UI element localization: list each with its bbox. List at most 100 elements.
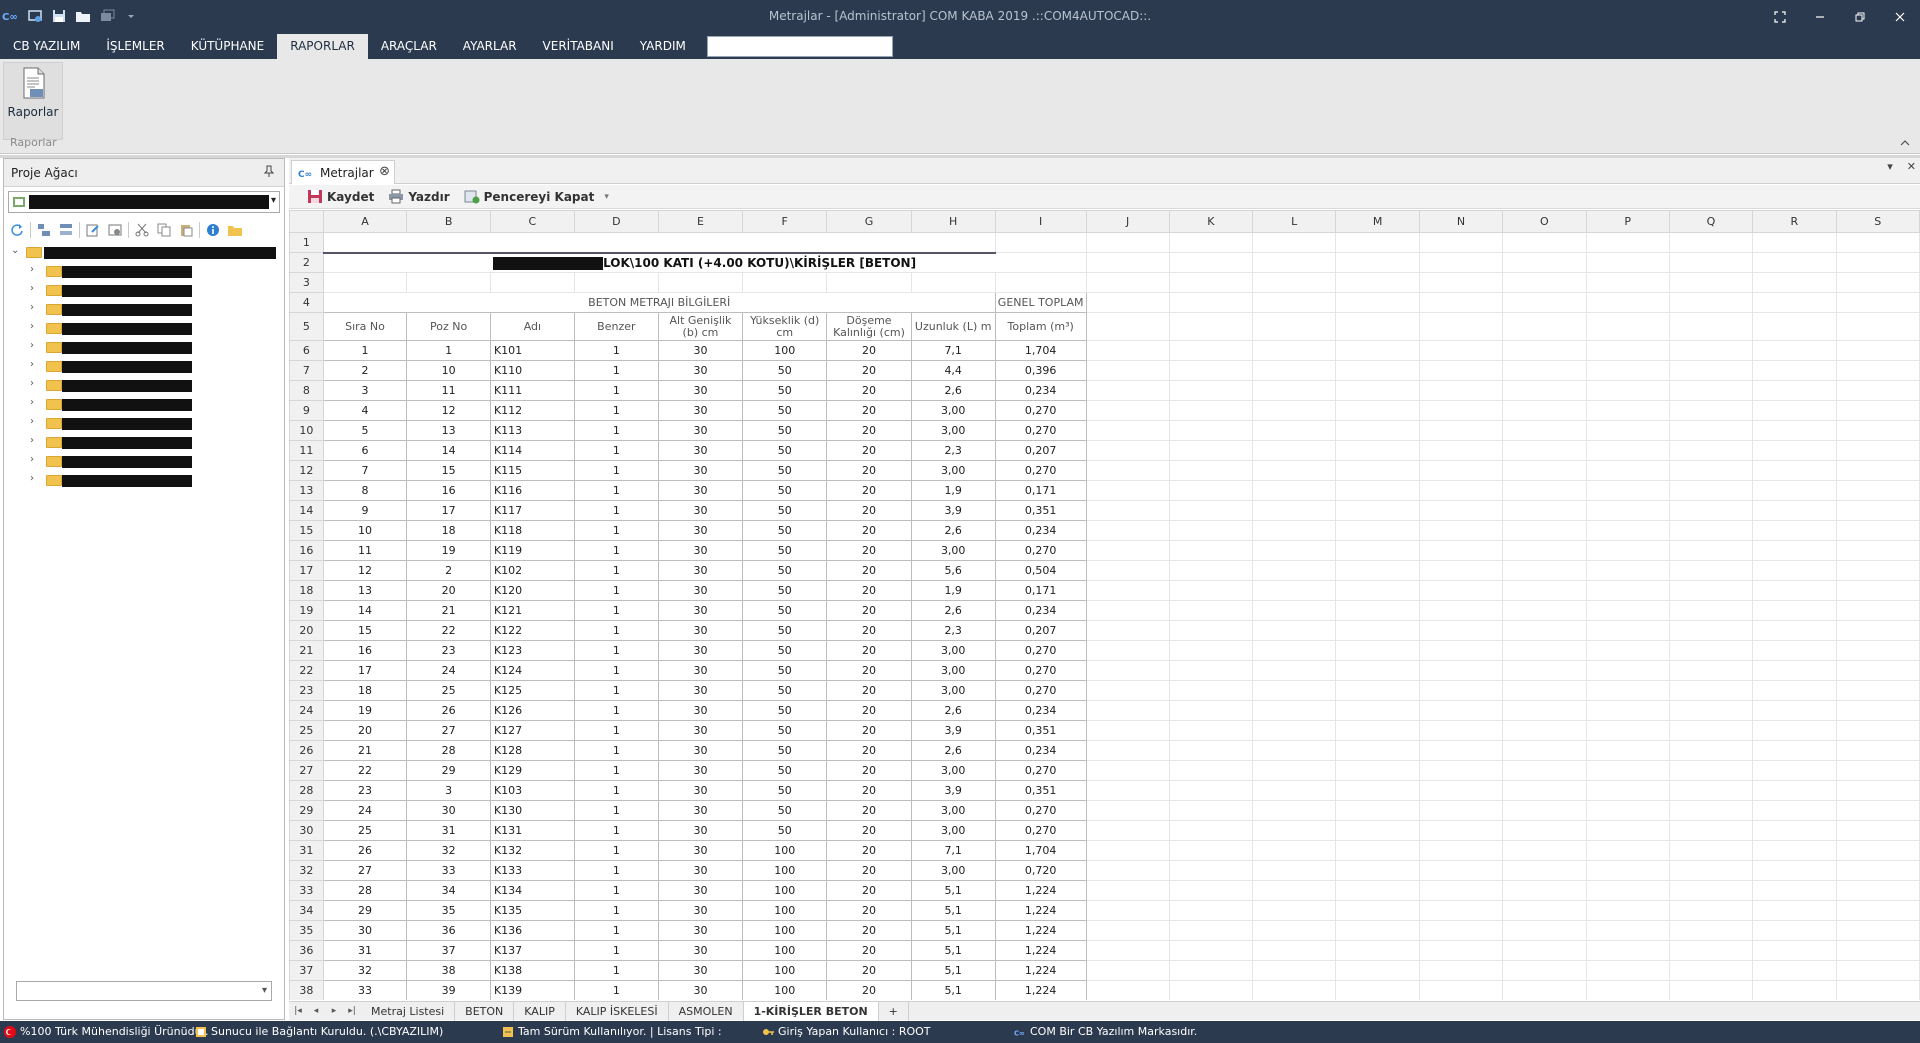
table-cell[interactable]: 1 [573,660,659,681]
grid-cell[interactable] [1835,660,1920,681]
table-cell[interactable]: 30 [657,500,744,521]
grid-cell[interactable] [1335,900,1420,921]
grid-cell[interactable] [1418,340,1504,361]
column-header[interactable]: K [1168,210,1254,233]
grid-cell[interactable] [1585,940,1670,961]
table-cell[interactable]: 30 [657,760,744,781]
minimize-button[interactable] [1800,0,1840,34]
grid-cell[interactable] [1418,232,1504,253]
table-cell[interactable]: 0,270 [994,420,1087,441]
row-header[interactable]: 19 [289,600,324,621]
column-header[interactable]: R [1752,210,1837,233]
table-cell[interactable]: 10 [322,520,408,541]
grid-cell[interactable] [1502,980,1587,1000]
grid-cell[interactable] [1418,940,1504,961]
table-cell[interactable]: 1,224 [994,920,1087,941]
table-cell[interactable]: 0,270 [994,660,1087,681]
grid-cell[interactable] [1335,660,1420,681]
grid-cell[interactable] [1418,720,1504,741]
grid-cell[interactable] [1668,440,1754,461]
chevron-right-icon[interactable]: › [30,473,34,484]
fullscreen-button[interactable] [1760,0,1800,34]
grid-cell[interactable] [1252,500,1337,521]
table-cell[interactable]: 2 [322,360,408,381]
tree-node[interactable]: › [8,395,280,414]
table-cell[interactable]: 30 [657,820,744,841]
table-cell[interactable]: 15 [322,620,408,641]
grid-cell[interactable] [1168,700,1254,721]
table-cell[interactable]: 20 [826,920,912,941]
grid-cell[interactable] [1418,580,1504,601]
edit-icon[interactable] [84,221,102,239]
grid-cell[interactable] [1668,960,1754,981]
grid-cell[interactable] [1252,400,1337,421]
row-header[interactable]: 23 [289,680,324,701]
grid-cell[interactable] [1835,840,1920,861]
column-header[interactable]: S [1835,210,1920,233]
table-cell[interactable]: 20 [826,680,912,701]
grid-cell[interactable] [1335,480,1420,501]
grid-cell[interactable] [1085,232,1170,253]
ribbon-collapse-icon[interactable] [1900,139,1910,150]
grid-cell[interactable] [1335,400,1420,421]
grid-cell[interactable] [1418,312,1504,341]
table-cell[interactable]: 5 [322,420,408,441]
grid-cell[interactable] [1085,500,1170,521]
table-cell[interactable]: K112 [489,400,575,421]
row-header[interactable]: 13 [289,480,324,501]
column-header[interactable]: L [1252,210,1337,233]
grid-cell[interactable] [1252,560,1337,581]
grid-cell[interactable] [1418,460,1504,481]
grid-cell[interactable] [1585,700,1670,721]
table-cell[interactable]: 11 [406,380,491,401]
tab-metrajlar[interactable]: C∞ Metrajlar ⊗ [291,160,395,184]
tree-node[interactable]: › [8,414,280,433]
table-cell[interactable]: 2,6 [910,600,996,621]
grid-cell[interactable] [1585,420,1670,441]
table-cell[interactable]: 16 [406,480,491,501]
grid-cell[interactable] [1752,940,1837,961]
grid-cell[interactable] [1252,600,1337,621]
table-cell[interactable]: K118 [489,520,575,541]
column-header[interactable]: J [1085,210,1170,233]
grid-cell[interactable] [1168,860,1254,881]
table-cell[interactable]: 20 [322,720,408,741]
table-cell[interactable]: 20 [826,840,912,861]
table-cell[interactable]: 50 [742,820,828,841]
grid-cell[interactable] [1085,920,1170,941]
row-header[interactable]: 25 [289,720,324,741]
table-cell[interactable]: K130 [489,800,575,821]
grid-cell[interactable] [1752,780,1837,801]
close-document-icon[interactable]: ✕ [1907,160,1916,173]
close-button[interactable] [1880,0,1920,34]
table-column-header[interactable]: Döşeme Kalınlığı (cm) [826,312,912,341]
grid-cell[interactable] [1085,620,1170,641]
table-cell[interactable]: 20 [826,440,912,461]
grid-cell[interactable] [1835,720,1920,741]
grid-cell[interactable] [1168,420,1254,441]
table-cell[interactable]: 20 [826,560,912,581]
table-cell[interactable]: 3,00 [910,860,996,881]
grid-cell[interactable] [1668,940,1754,961]
sheet-tab-kalip-iskelesi[interactable]: KALIP İSKELESİ [566,1001,669,1021]
table-cell[interactable]: 50 [742,800,828,821]
grid-cell[interactable] [1668,820,1754,841]
table-cell[interactable]: 50 [742,780,828,801]
row-header[interactable]: 20 [289,620,324,641]
grid-cell[interactable] [1585,780,1670,801]
grid-cell[interactable] [1168,540,1254,561]
table-cell[interactable]: 1 [573,360,659,381]
table-cell[interactable]: 30 [657,480,744,501]
table-cell[interactable]: 1 [573,400,659,421]
grid-cell[interactable] [1085,740,1170,761]
grid-cell[interactable] [1168,232,1254,253]
grid-cell[interactable] [1502,440,1587,461]
grid-cell[interactable] [1502,740,1587,761]
row-header[interactable]: 18 [289,580,324,601]
column-header[interactable]: G [826,210,912,233]
table-cell[interactable]: 11 [322,540,408,561]
grid-cell[interactable] [1252,980,1337,1000]
grid-cell[interactable] [1752,760,1837,781]
grid-cell[interactable] [1085,340,1170,361]
column-header[interactable]: O [1502,210,1587,233]
